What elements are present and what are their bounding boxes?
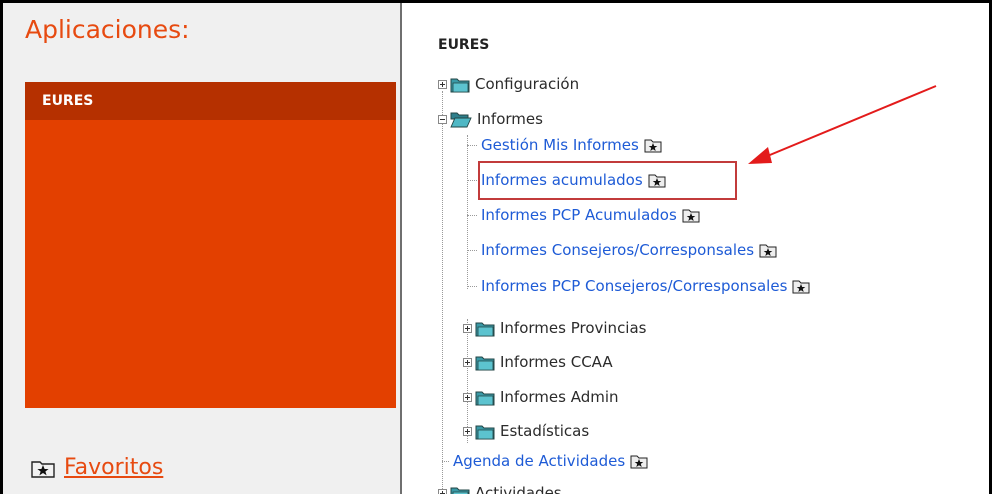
applications-panel: Aplicaciones: EURES Favoritos bbox=[3, 3, 402, 494]
app-eures-item[interactable]: EURES bbox=[25, 82, 396, 120]
eures-tree: EURES Configuración Informes Gestión Mis… bbox=[403, 3, 989, 494]
screenshot-frame: Aplicaciones: EURES Favoritos EURES Conf… bbox=[3, 3, 989, 494]
favorites-label[interactable]: Favoritos bbox=[64, 455, 163, 480]
applications-title: Aplicaciones: bbox=[25, 15, 190, 44]
annotation-arrow bbox=[748, 85, 937, 164]
favorites-link[interactable]: Favoritos bbox=[31, 455, 163, 480]
star-folder-icon bbox=[31, 460, 55, 478]
applications-box: EURES bbox=[25, 82, 396, 408]
